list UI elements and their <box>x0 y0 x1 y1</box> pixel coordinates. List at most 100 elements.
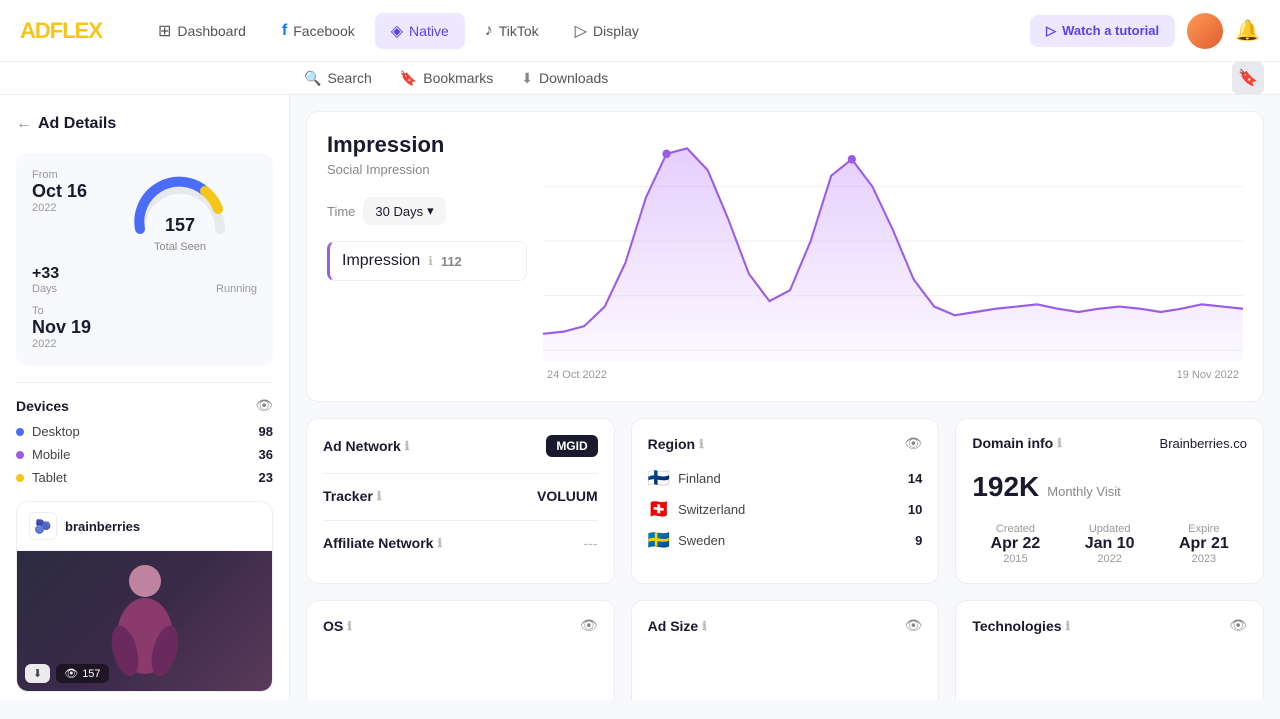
bookmark-icon: 🔖 <box>400 70 417 87</box>
from-date: Oct 16 <box>32 181 87 202</box>
save-button[interactable]: 🔖 <box>1232 62 1264 94</box>
ad-network-title: Ad Network ℹ <box>323 438 409 454</box>
tracker-value: VOLUUM <box>537 488 598 504</box>
sub-nav-downloads[interactable]: ⬇ Downloads <box>507 62 622 94</box>
domain-header: Domain info ℹ Brainberries.co <box>972 435 1247 451</box>
region-info-icon[interactable]: ℹ <box>699 437 704 451</box>
updated-block: Updated Jan 10 2022 <box>1067 523 1153 565</box>
ad-size-info-icon[interactable]: ℹ <box>702 619 707 633</box>
os-header: OS ℹ 👁 <box>323 617 598 634</box>
logo[interactable]: ADFLEX <box>20 18 102 44</box>
legend-value: 112 <box>441 254 462 269</box>
nav-label-tiktok: TikTok <box>499 23 539 39</box>
to-label: To <box>32 305 257 317</box>
svg-text:157: 157 <box>165 215 195 235</box>
finland-flag: 🇫🇮 <box>648 468 670 489</box>
nav-item-display[interactable]: ▷ Display <box>559 13 655 49</box>
switzerland-count: 10 <box>908 502 922 517</box>
os-eye-icon[interactable]: 👁 <box>580 617 598 634</box>
views-badge: 👁 157 <box>56 664 108 683</box>
mgid-badge: MGID <box>546 435 597 457</box>
devices-header: Devices 👁 <box>16 397 273 414</box>
tracker-info-icon[interactable]: ℹ <box>377 489 382 503</box>
sweden-name: Sweden <box>678 533 907 548</box>
domain-card: Domain info ℹ Brainberries.co 192K Month… <box>955 418 1264 584</box>
tiktok-icon: ♪ <box>485 22 493 40</box>
os-title: OS ℹ <box>323 618 352 634</box>
navbar: ADFLEX ⊞ Dashboard f Facebook ◈ Native ♪… <box>0 0 1280 62</box>
nav-item-dashboard[interactable]: ⊞ Dashboard <box>142 13 262 49</box>
time-select-value: 30 Days <box>375 204 423 219</box>
desktop-dot <box>16 428 24 436</box>
devices-eye-icon[interactable]: 👁 <box>255 397 273 414</box>
back-button[interactable]: ← Ad Details <box>16 115 273 133</box>
updated-year: 2022 <box>1067 553 1153 565</box>
days-value: +33 <box>32 265 59 283</box>
time-select[interactable]: 30 Days ▾ <box>363 197 445 225</box>
to-year: 2022 <box>32 338 257 350</box>
visits-label: Monthly Visit <box>1047 484 1120 499</box>
sub-nav-search[interactable]: 🔍 Search <box>290 62 386 94</box>
impression-card: Impression Social Impression Time 30 Day… <box>306 111 1264 402</box>
region-title: Region ℹ <box>648 436 704 452</box>
facebook-icon: f <box>282 22 287 40</box>
nav-item-tiktok[interactable]: ♪ TikTok <box>469 13 555 49</box>
eye-icon-small: 👁 <box>64 667 78 680</box>
gauge-label: Total Seen <box>154 241 206 253</box>
domain-info-icon[interactable]: ℹ <box>1057 436 1062 450</box>
desktop-label: Desktop <box>32 424 251 439</box>
divider <box>16 382 273 383</box>
avatar[interactable] <box>1187 13 1223 49</box>
divider-2 <box>323 520 598 521</box>
to-row: To Nov 19 2022 <box>32 305 257 350</box>
mobile-count: 36 <box>259 447 273 462</box>
ad-network-info-icon[interactable]: ℹ <box>405 439 410 453</box>
ad-size-header: Ad Size ℹ 👁 <box>648 617 923 634</box>
region-eye-icon[interactable]: 👁 <box>905 435 923 452</box>
region-row-finland: 🇫🇮 Finland 14 <box>648 468 923 489</box>
main-content: Impression Social Impression Time 30 Day… <box>290 95 1280 700</box>
time-label: Time <box>327 204 355 219</box>
device-row-tablet: Tablet 23 <box>16 470 273 485</box>
bell-icon[interactable]: 🔔 <box>1235 18 1260 43</box>
sweden-flag: 🇸🇪 <box>648 530 670 551</box>
expire-date: Apr 21 <box>1161 535 1247 553</box>
os-info-icon[interactable]: ℹ <box>347 619 352 633</box>
ad-size-eye-icon[interactable]: 👁 <box>905 617 923 634</box>
nav-item-native[interactable]: ◈ Native <box>375 13 465 49</box>
nav-item-facebook[interactable]: f Facebook <box>266 13 371 49</box>
brand-icon: 🫐 <box>34 518 51 535</box>
expire-block: Expire Apr 21 2023 <box>1161 523 1247 565</box>
region-row-switzerland: 🇨🇭 Switzerland 10 <box>648 499 923 520</box>
time-row: Time 30 Days ▾ <box>327 197 527 225</box>
nav-label-dashboard: Dashboard <box>177 23 246 39</box>
affiliate-info-icon[interactable]: ℹ <box>437 536 442 550</box>
chart-left: Impression Social Impression Time 30 Day… <box>327 132 527 381</box>
legend-info-icon[interactable]: ℹ <box>428 254 433 268</box>
tablet-label: Tablet <box>32 470 251 485</box>
from-label: From <box>32 169 87 181</box>
expire-label: Expire <box>1161 523 1247 535</box>
watch-tutorial-label: Watch a tutorial <box>1062 23 1159 38</box>
devices-section: Devices 👁 Desktop 98 Mobile 36 Tablet 23 <box>16 397 273 485</box>
switzerland-name: Switzerland <box>678 502 900 517</box>
nav-label-display: Display <box>593 23 639 39</box>
impression-legend: Impression ℹ 112 <box>327 241 527 281</box>
search-icon: 🔍 <box>304 70 321 87</box>
technologies-title: Technologies ℹ <box>972 618 1070 634</box>
updated-label: Updated <box>1067 523 1153 535</box>
mobile-dot <box>16 451 24 459</box>
region-row-sweden: 🇸🇪 Sweden 9 <box>648 530 923 551</box>
watch-tutorial-button[interactable]: ▷ Watch a tutorial <box>1030 15 1175 47</box>
sub-nav-bookmarks[interactable]: 🔖 Bookmarks <box>386 62 507 94</box>
display-icon: ▷ <box>575 21 587 41</box>
nav-label-facebook: Facebook <box>293 23 354 39</box>
technologies-eye-icon[interactable]: 👁 <box>1229 617 1247 634</box>
nav-label-native: Native <box>409 23 449 39</box>
dashboard-icon: ⊞ <box>158 21 171 41</box>
os-card: OS ℹ 👁 <box>306 600 615 700</box>
switzerland-flag: 🇨🇭 <box>648 499 670 520</box>
affiliate-title: Affiliate Network ℹ <box>323 535 442 551</box>
gauge-chart: 157 <box>130 169 230 239</box>
technologies-info-icon[interactable]: ℹ <box>1066 619 1071 633</box>
